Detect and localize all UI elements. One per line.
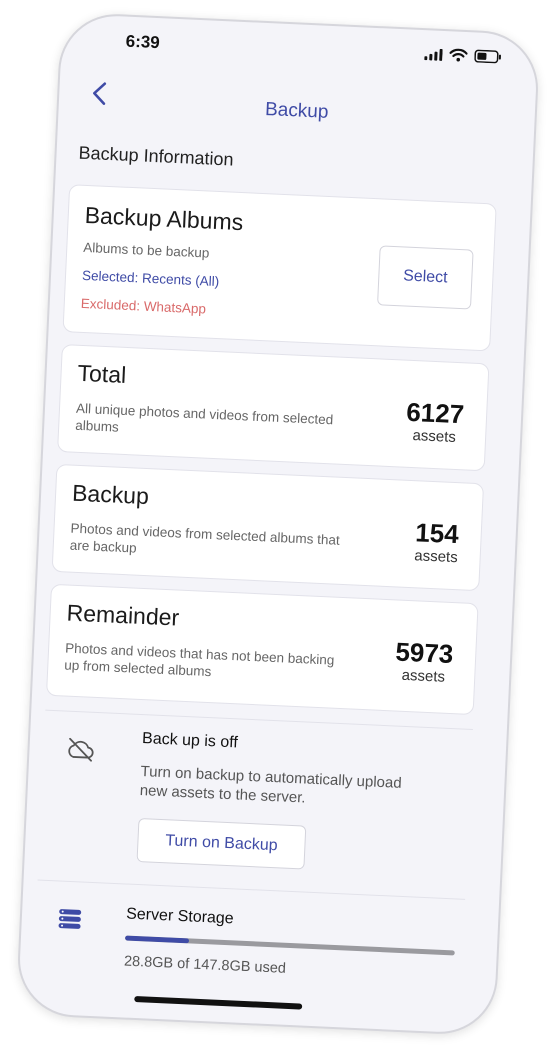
selected-albums-text: Selected: Recents (All): [81, 267, 220, 290]
backup-card: Backup Photos and videos from selected a…: [51, 463, 485, 592]
total-card: Total All unique photos and videos from …: [57, 344, 490, 472]
backup-albums-card: Backup Albums Albums to be backup Select…: [62, 184, 497, 352]
total-count-number: 6127: [405, 396, 465, 430]
albums-card-subtitle: Albums to be backup: [83, 239, 210, 261]
excluded-albums-text: Excluded: WhatsApp: [80, 295, 207, 317]
storage-progress-fill: [124, 935, 190, 944]
remainder-card: Remainder Photos and videos that has not…: [45, 583, 479, 716]
backup-count-unit: assets: [413, 547, 459, 567]
total-card-description: All unique photos and videos from select…: [74, 400, 334, 435]
backup-card-description: Photos and videos from selected albums t…: [69, 520, 341, 556]
storage-progress-bar: [124, 935, 455, 956]
remainder-count-number: 5973: [394, 636, 454, 670]
backup-count: 154 assets: [414, 517, 459, 566]
page-title: Backup: [264, 98, 329, 123]
remainder-count: 5973 assets: [394, 636, 454, 686]
cellular-signal-icon: [424, 48, 443, 61]
select-albums-button[interactable]: Select: [377, 245, 474, 310]
screenshot-stage: 6:39 Backup Backup Information Backup Al…: [0, 0, 552, 1050]
divider: [37, 879, 466, 900]
albums-card-title: Backup Albums: [84, 201, 244, 236]
backup-off-description: Turn on backup to automatically upload n…: [139, 763, 403, 807]
backup-count-number: 154: [414, 517, 460, 550]
wifi-icon: [449, 48, 468, 62]
turn-on-backup-button[interactable]: Turn on Backup: [136, 817, 307, 870]
divider: [45, 709, 473, 731]
remainder-card-title: Remainder: [66, 599, 180, 631]
total-card-title: Total: [77, 359, 127, 388]
backup-card-title: Backup: [71, 479, 150, 510]
status-time: 6:39: [125, 31, 161, 53]
total-count-unit: assets: [412, 427, 457, 446]
server-storage-title: Server Storage: [125, 905, 235, 928]
remainder-card-description: Photos and videos that has not been back…: [64, 640, 335, 680]
total-count: 6127 assets: [405, 397, 465, 447]
home-indicator: [134, 995, 303, 1010]
backup-off-title: Back up is off: [141, 730, 239, 752]
remainder-count-unit: assets: [401, 666, 446, 686]
battery-icon: [474, 49, 501, 64]
storage-usage-text: 28.8GB of 147.8GB used: [123, 953, 287, 977]
status-icons: [424, 47, 502, 64]
phone-screen: 6:39 Backup Backup Information Backup Al…: [15, 11, 541, 1037]
server-storage-icon: [58, 909, 82, 929]
cloud-off-icon: [68, 737, 94, 762]
section-heading: Backup Information: [78, 142, 235, 170]
